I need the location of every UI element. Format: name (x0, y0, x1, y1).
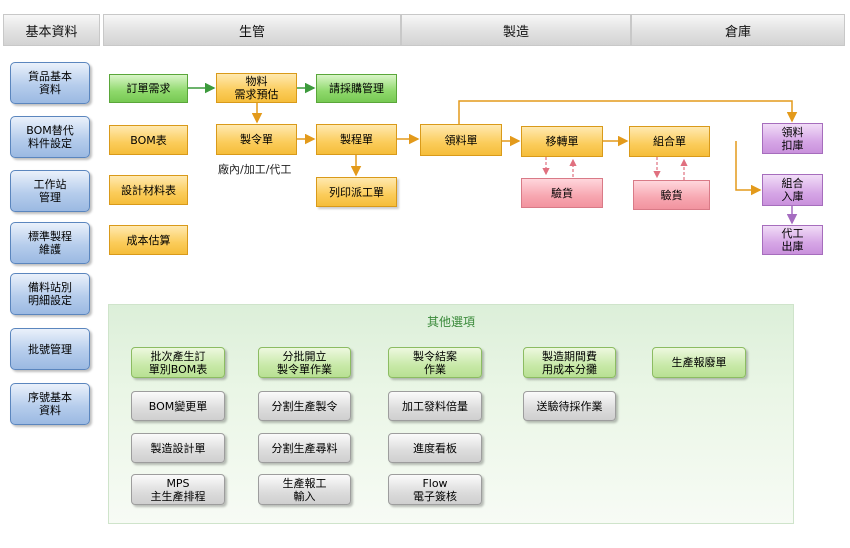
arrow-assembly-to-stock-in (735, 141, 762, 196)
other-options-title: 其他選項 (426, 315, 475, 329)
purchase-request-box[interactable]: 請採購管理 (316, 74, 397, 103)
manufacturing-design-button[interactable]: 製造設計單 (131, 433, 225, 463)
cost-estimate-box[interactable]: 成本估算 (109, 225, 188, 255)
order-demand-box[interactable]: 訂單需求 (109, 74, 188, 103)
inspection-box-2[interactable]: 驗貨 (633, 180, 710, 210)
design-bom-box[interactable]: 設計材料表 (109, 175, 188, 205)
bom-change-button[interactable]: BOM變更單 (131, 391, 225, 421)
flow-e-signoff-button[interactable]: Flow 電子簽核 (388, 474, 482, 505)
progress-board-button[interactable]: 進度看板 (388, 433, 482, 463)
routing-sheet-box[interactable]: 製程單 (316, 124, 397, 155)
split-work-order-button[interactable]: 分批開立 製令單作業 (258, 347, 351, 378)
batch-order-bom-button[interactable]: 批次產生訂 單別BOM表 (131, 347, 225, 378)
production-report-input-button[interactable]: 生產報工 輸入 (258, 474, 351, 505)
assembly-box[interactable]: 組合單 (629, 126, 710, 157)
assembly-stock-in-box[interactable]: 組合 入庫 (762, 174, 823, 206)
arrow-issue-to-deduct (458, 100, 798, 124)
outsource-out-box[interactable]: 代工 出庫 (762, 225, 823, 255)
mps-button[interactable]: MPS 主生產排程 (131, 474, 225, 505)
material-issue-box[interactable]: 領料單 (420, 124, 502, 156)
manufacturing-cost-allocation-button[interactable]: 製造期間費 用成本分攤 (523, 347, 616, 378)
split-production-material-button[interactable]: 分割生產尋料 (258, 433, 351, 463)
work-order-box[interactable]: 製令單 (216, 124, 297, 155)
work-order-close-button[interactable]: 製令結案 作業 (388, 347, 482, 378)
issue-deduct-box[interactable]: 領料 扣庫 (762, 123, 823, 154)
transfer-box[interactable]: 移轉單 (521, 126, 603, 157)
processing-issue-multiplier-button[interactable]: 加工發料倍量 (388, 391, 482, 421)
material-demand-estimate-box[interactable]: 物料 需求預估 (216, 73, 297, 103)
split-production-order-button[interactable]: 分割生產製令 (258, 391, 351, 421)
work-order-note: 廠內/加工/代工 (218, 163, 292, 176)
inspection-box-1[interactable]: 驗貨 (521, 178, 603, 208)
production-scrap-button[interactable]: 生產報廢單 (652, 347, 746, 378)
bom-table-box[interactable]: BOM表 (109, 125, 188, 155)
print-dispatch-box[interactable]: 列印派工單 (316, 177, 397, 207)
pending-inspection-purchase-button[interactable]: 送驗待採作業 (523, 391, 616, 421)
